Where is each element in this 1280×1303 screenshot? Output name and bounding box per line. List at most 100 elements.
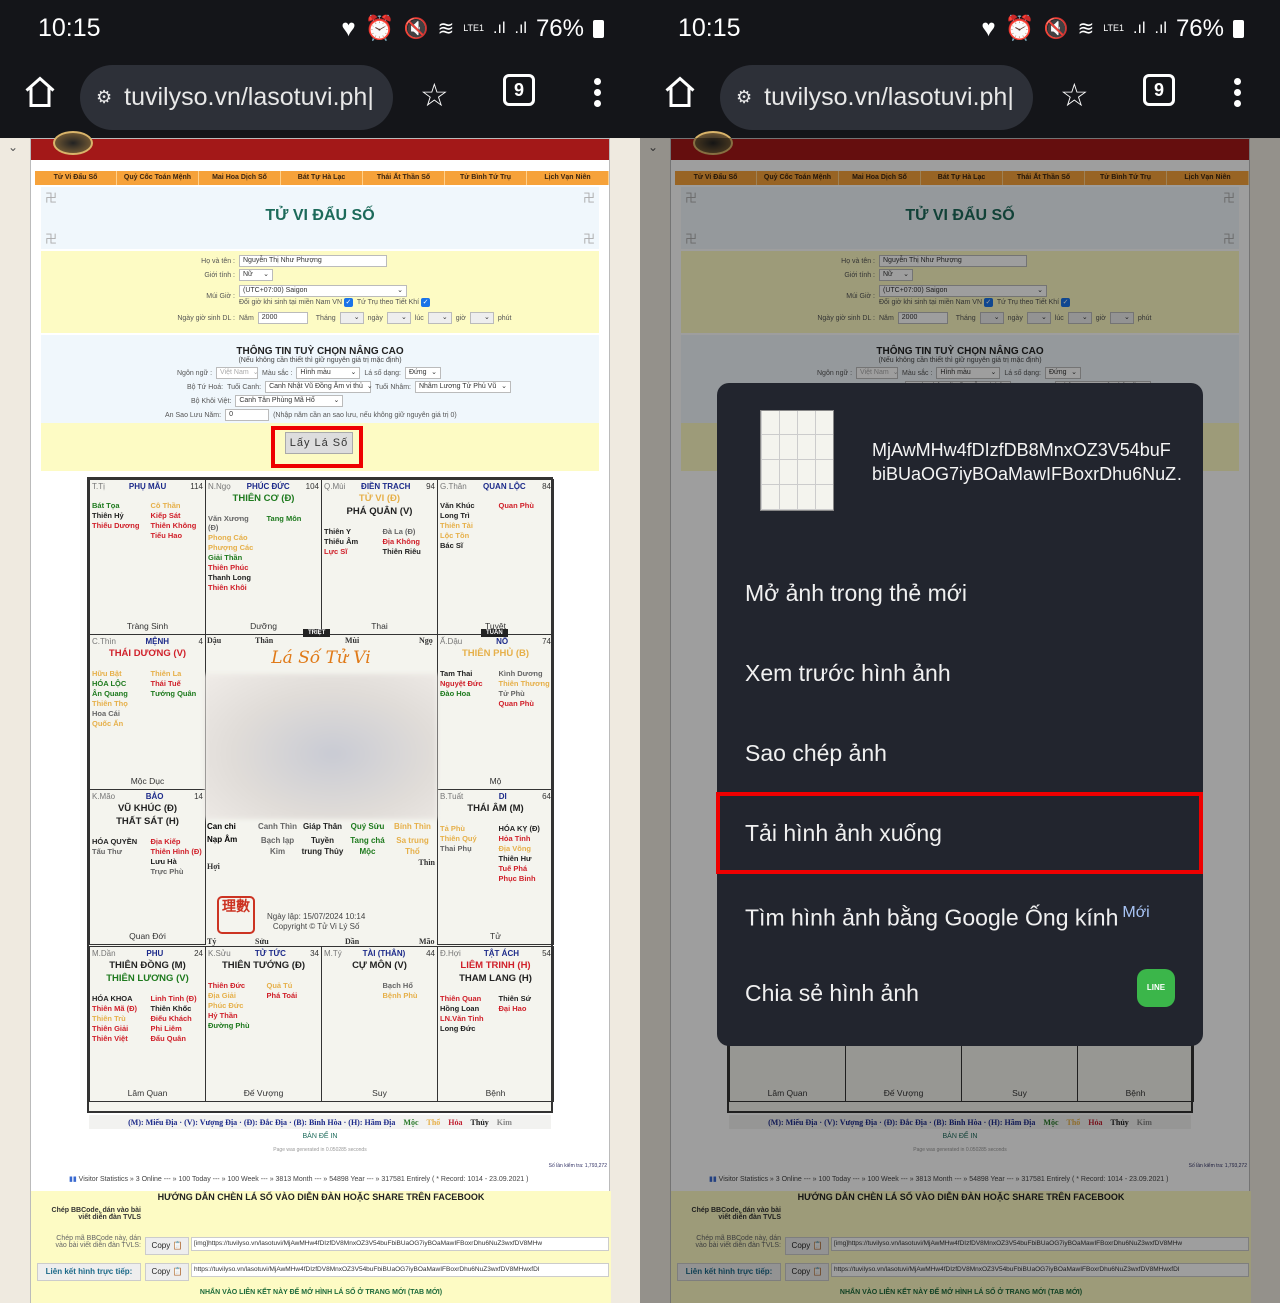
address-bar[interactable]: ⚙ tuvilyso.vn/lasotuvi.ph| <box>80 65 393 130</box>
timezone-select[interactable]: (UTC+07:00) Saigon ⌄ <box>239 285 407 297</box>
overflow-menu-icon[interactable] <box>1234 74 1244 111</box>
minute-select[interactable]: ⌄ <box>469 312 494 324</box>
can-label: B.Tuất <box>440 792 464 801</box>
context-menu-item[interactable]: Chia sẻ hình ảnh LINE <box>717 953 1203 1033</box>
language-select[interactable]: Việt Nam ⌄ <box>216 367 259 379</box>
context-menu-item[interactable]: Tải hình ảnh xuống <box>717 793 1203 873</box>
nav-item[interactable]: Lịch Vạn Niên <box>527 171 609 185</box>
nham-select[interactable]: Nhâm Lương Tử Phủ Vũ ⌄ <box>414 381 511 393</box>
phone-screen-right: 10:15 ♥ ⏰ 🔇 ≋ LTE1 .ıl .ıl 76% ⚙ tuvilys… <box>640 0 1280 1303</box>
tietkhi-label: Tứ Trụ theo Tiết Khí <box>356 299 420 306</box>
bb-label: Chép mã BBCode này, dán vào bài viết diễ… <box>55 1235 141 1249</box>
minor-star: Phúc Đức <box>208 1001 244 1010</box>
minor-star: Hoa Cái <box>92 709 120 718</box>
site-settings-icon[interactable]: ⚙ <box>736 87 752 108</box>
copy-link-button[interactable]: Copy 📋 <box>145 1263 189 1281</box>
type-label: Lá số dạng: <box>364 369 401 377</box>
new-badge: Mới <box>1122 904 1150 921</box>
life-stage: Đế Vượng <box>243 1088 284 1098</box>
can-chi-value: Giáp Thân <box>302 822 343 831</box>
khoi-select[interactable]: Canh Tân Phùng Mã Hổ ⌄ <box>235 395 344 407</box>
nav-item[interactable]: Tử Vi Đẩu Số <box>35 171 117 185</box>
khoi-value: Canh Tân Phùng Mã Hổ <box>239 397 315 404</box>
context-menu-item[interactable]: Tìm hình ảnh bằng Google Ống kính Mới <box>717 873 1203 953</box>
nav-item[interactable]: Thái Ất Thần Số <box>363 171 445 185</box>
minor-star: Thiên Phúc <box>208 563 249 572</box>
view-count: Số lần kiểm tra: 1,793,272 <box>548 1163 607 1169</box>
month-select[interactable]: ⌄ <box>339 312 364 324</box>
alarm-icon: ⏰ <box>1004 15 1035 42</box>
overflow-menu-icon[interactable] <box>594 74 604 111</box>
site-logo[interactable] <box>53 131 93 155</box>
filename-line: MjAwMHw4fDIzfDB8MnxOZ3V54buF <box>872 440 1171 460</box>
minor-star <box>324 991 377 1000</box>
address-bar[interactable]: ⚙ tuvilyso.vn/lasotuvi.ph| <box>720 65 1033 130</box>
context-menu-item[interactable]: Xem trước hình ảnh <box>717 633 1203 713</box>
line-app-icon[interactable]: LINE <box>1137 969 1175 1007</box>
tab-switcher-button[interactable]: 9 <box>503 74 535 106</box>
minor-star <box>267 583 320 592</box>
type-value: Đứng <box>409 369 427 376</box>
south-checkbox[interactable]: ✓ <box>343 298 353 307</box>
name-input[interactable]: Nguyễn Thị Như Phượng <box>239 255 387 267</box>
nav-item[interactable]: Quỷ Cốc Toán Mệnh <box>117 171 199 185</box>
minor-star: Trực Phù <box>150 867 184 876</box>
minor-star: Tuế Phá <box>498 864 528 873</box>
nap-am-value: Sa trung Thổ <box>396 836 429 856</box>
open-new-tab-link[interactable]: NHẤN VÀO LIÊN KẾT NÀY ĐỂ MỞ HÌNH LÁ SỐ Ở… <box>31 1289 611 1296</box>
day-select[interactable]: ⌄ <box>386 312 411 324</box>
luu-input[interactable]: 0 <box>225 409 270 421</box>
major-star: THIÊN LƯƠNG (V) <box>106 973 189 984</box>
wifi-icon: ≋ <box>437 18 455 40</box>
tab-switcher-button[interactable]: 9 <box>1143 74 1175 106</box>
generated-time: Page was generated in 0.050285 seconds <box>273 1147 367 1153</box>
palace-name: PHÚC ĐỨC <box>246 482 290 491</box>
canh-select[interactable]: Canh Nhật Vũ Đồng Âm vi thủ⌄ <box>265 381 373 393</box>
gender-select[interactable]: Nữ ⌄ <box>239 269 273 281</box>
element-legend-item: Kim <box>496 1117 512 1127</box>
year-input[interactable]: 2000 <box>257 312 308 324</box>
print-link[interactable]: BẢN ĐỂ IN <box>31 1133 609 1140</box>
major-star: THIÊN TƯỚNG (Đ) <box>221 960 305 971</box>
color-select[interactable]: Hình màu ⌄ <box>296 367 361 379</box>
palace-age: 4 <box>198 637 203 646</box>
can-label: Q.Mùi <box>324 482 346 491</box>
minor-star <box>151 719 204 728</box>
can-label: Đ.Hợi <box>440 949 461 958</box>
clipboard-icon: 📋 <box>172 1267 183 1276</box>
nav-item[interactable]: Mai Hoa Dịch Số <box>199 171 281 185</box>
bbcode-field[interactable]: [img]https://tuvilyso.vn/lasotuvi/MjAwMH… <box>191 1237 609 1251</box>
advanced-form: THÔNG TIN TUỲ CHỌN NÂNG CAO (Nếu không c… <box>41 335 599 423</box>
copy-bbcode-button[interactable]: Copy 📋 <box>145 1237 189 1255</box>
nap-am-value: Bạch lạp Kim <box>260 836 295 856</box>
minor-star: Hồng Loan <box>440 1004 480 1013</box>
minor-star <box>267 563 320 572</box>
home-icon[interactable] <box>662 74 698 110</box>
triet-tag: TRIỆT <box>303 629 331 637</box>
context-menu-item[interactable]: Sao chép ảnh <box>717 713 1203 793</box>
lte-icon: LTE1 <box>1103 23 1125 33</box>
link-field[interactable]: https://tuvilyso.vn/lasotuvi/MjAwMHw4fDI… <box>191 1263 609 1277</box>
palace-age: 34 <box>310 949 319 958</box>
get-chart-button[interactable]: Lấy Lá Số <box>285 432 353 454</box>
minor-star <box>499 511 552 520</box>
chevron-down-icon[interactable]: ⌄ <box>8 140 18 154</box>
home-icon[interactable] <box>22 74 58 110</box>
chart-type-select[interactable]: Đứng ⌄ <box>405 367 441 379</box>
context-menu-item[interactable]: Mở ảnh trong thẻ mới <box>717 553 1203 633</box>
horoscope-chart[interactable]: T.Tị PHỤ MẪU 114 Bát Tọa Cô Thần Thiên Hỷ Kiếp… <box>87 477 554 1113</box>
tietkhi-checkbox[interactable]: ✓ <box>421 298 431 307</box>
menu-item-label: Mở ảnh trong thẻ mới <box>745 580 967 606</box>
bookmark-star-icon[interactable]: ☆ <box>1060 76 1089 114</box>
site-settings-icon[interactable]: ⚙ <box>96 87 112 108</box>
nav-item[interactable]: Tử Bình Tứ Trụ <box>445 171 527 185</box>
palace-age: 94 <box>426 482 435 491</box>
hour-select[interactable]: ⌄ <box>427 312 452 324</box>
nav-item[interactable]: Bát Tự Hà Lạc <box>281 171 363 185</box>
palace-cell: Q.Mùi ĐIỀN TRẠCH 94 TỬ VI (Đ) PHÁ QUÂN (V) Th… <box>321 479 438 635</box>
minor-star <box>267 1021 320 1030</box>
status-bar: 10:15 ♥ ⏰ 🔇 ≋ LTE1 .ıl .ıl 76% <box>640 0 1280 58</box>
minor-star: Tam Thai <box>440 669 473 678</box>
can-label: M.Tý <box>324 949 342 958</box>
bookmark-star-icon[interactable]: ☆ <box>420 76 449 114</box>
